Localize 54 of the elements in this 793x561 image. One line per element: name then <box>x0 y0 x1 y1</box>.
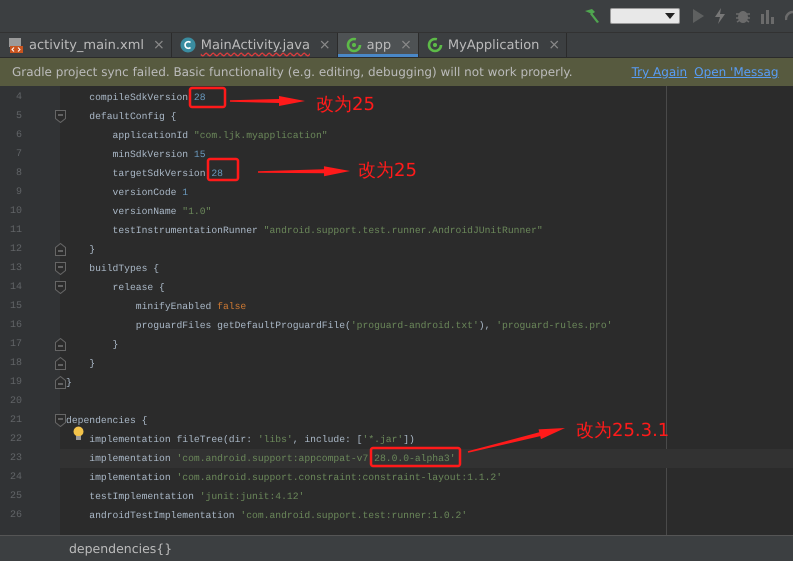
fold-marker-icon[interactable] <box>54 281 66 294</box>
fold-marker-icon[interactable] <box>54 110 66 123</box>
editor-tab[interactable]: app × <box>338 33 419 57</box>
editor-tab[interactable]: MyApplication × <box>418 33 568 57</box>
code-line: } <box>66 377 72 388</box>
banner-link[interactable]: Open 'Messag <box>694 65 779 79</box>
annotation-label: 改为25 <box>316 94 375 116</box>
class-icon <box>180 37 196 53</box>
fold-marker-icon[interactable] <box>54 338 66 351</box>
editor-tab[interactable]: activity_main.xml × <box>0 33 172 57</box>
close-icon[interactable]: × <box>400 37 412 53</box>
hammer-icon[interactable] <box>583 8 601 24</box>
code-line: implementation fileTree(dir: 'libs', include: ['*.jar']) <box>88 434 415 445</box>
fold-marker-icon[interactable] <box>54 414 66 427</box>
breadcrumb[interactable]: dependencies{} <box>69 541 172 556</box>
code-line: } <box>112 339 118 350</box>
code-line: proguardFiles getDefaultProguardFile('proguard-android.txt'), 'proguard-rules.pro' <box>134 320 612 331</box>
gradle-icon <box>346 37 362 53</box>
lightbulb-icon[interactable] <box>73 426 84 441</box>
code-line: } <box>88 244 96 255</box>
annotation-label: 改为25.3.1 <box>576 420 670 442</box>
code-line: applicationId "com.ljk.myapplication" <box>112 130 328 141</box>
close-icon[interactable]: × <box>548 37 560 53</box>
code-line: androidTestImplementation 'com.android.support.test:runner:1.0.2' <box>88 510 468 521</box>
code-line: release { <box>112 282 165 293</box>
code-line: minifyEnabled false <box>134 301 246 312</box>
fold-marker-icon[interactable] <box>54 357 66 370</box>
fold-marker-icon[interactable] <box>54 262 66 275</box>
code-line: minSdkVersion 15 <box>112 149 206 160</box>
highlight-box <box>188 86 226 108</box>
code-line: testInstrumentationRunner "android.support.test.runner.AndroidJUnitRunner" <box>112 225 543 236</box>
xml-file-icon <box>8 37 24 53</box>
fold-marker-icon[interactable] <box>54 376 66 389</box>
annotation-label: 改为25 <box>358 160 417 182</box>
code-line: testImplementation 'junit:junit:4.12' <box>88 491 304 502</box>
editor-tab[interactable]: MainActivity.java × <box>172 33 338 57</box>
highlight-box <box>206 158 240 182</box>
code-line: defaultConfig { <box>88 111 176 122</box>
code-line: versionCode 1 <box>112 187 188 198</box>
code-line: versionName "1.0" <box>112 206 212 217</box>
close-icon[interactable]: × <box>153 37 165 53</box>
code-line: targetSdkVersion 28 <box>112 168 223 179</box>
code-line: buildTypes { <box>88 263 160 274</box>
code-line: implementation 'com.android.support.constraint:constraint-layout:1.1.2' <box>88 472 502 483</box>
close-icon[interactable]: × <box>318 37 331 53</box>
gradle-icon <box>426 37 443 53</box>
caret-icon <box>665 13 675 19</box>
banner-link[interactable]: Try Again <box>632 65 688 79</box>
code-line: } <box>88 358 96 369</box>
fold-marker-icon[interactable] <box>54 243 66 256</box>
code-line: dependencies { <box>66 415 148 426</box>
run-configuration-dropdown[interactable] <box>610 8 680 24</box>
code-line: compileSdkVersion 28 <box>88 92 206 103</box>
sync-failed-message: Gradle project sync failed. Basic functionality (e.g. editing, debugging) will not work properly. <box>12 65 573 79</box>
